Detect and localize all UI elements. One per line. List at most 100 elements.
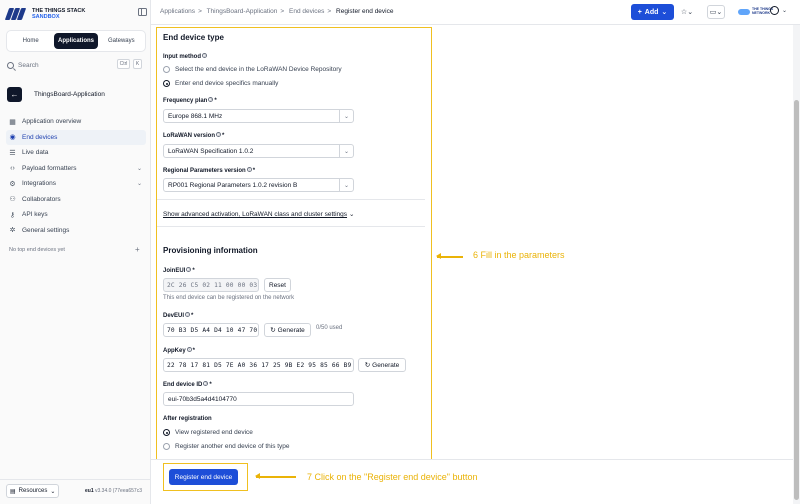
sidebar-search[interactable]: Search Ctrl K — [7, 59, 147, 72]
add-top-device-icon[interactable]: + — [135, 245, 140, 254]
tab-applications[interactable]: Applications — [54, 33, 98, 49]
search-placeholder: Search — [18, 62, 39, 69]
chevron-down-icon: ⌄ — [50, 488, 56, 495]
annotation-arrow — [255, 473, 296, 479]
advanced-settings-link[interactable]: Show advanced activation, LoRaWAN class … — [163, 210, 354, 218]
brand-logo[interactable]: THE THINGS STACK SANDBOX — [4, 6, 85, 22]
lorawan-version-label: LoRaWAN version? * — [163, 132, 225, 139]
help-icon: ? — [208, 97, 214, 102]
annotation-step7: 7 Click on the "Register end device" but… — [307, 472, 478, 482]
chevron-down-icon: ⌄ — [661, 9, 668, 16]
brand-line2: SANDBOX — [32, 14, 60, 20]
sidebar-item-api-keys[interactable]: ⚷ API keys — [6, 207, 146, 223]
radio-circle-selected[interactable] — [163, 80, 170, 87]
joineui-input[interactable]: 2C 26 C5 02 11 00 00 03 — [163, 278, 259, 292]
section-provisioning: Provisioning information — [163, 246, 258, 255]
radio-circle[interactable] — [163, 443, 170, 450]
radio-view-device[interactable]: View registered end device — [163, 429, 253, 436]
radio-register-another[interactable]: Register another end device of this type — [163, 443, 290, 450]
deveui-input[interactable]: 70 B3 D5 A4 D4 10 47 70 — [163, 323, 259, 337]
devices-icon: ◉ — [9, 134, 16, 142]
help-icon: ? — [186, 267, 192, 272]
add-button[interactable]: + Add ⌄ — [631, 4, 674, 20]
integrations-icon: ⚙ — [9, 180, 16, 188]
deveui-usage: 0/50 used — [316, 325, 343, 331]
help-icon: ? — [185, 312, 191, 317]
frequency-plan-select[interactable]: Europe 868.1 MHz ⌄ — [163, 109, 354, 123]
sidebar-item-collaborators[interactable]: ⚇ Collaborators — [6, 192, 146, 208]
radio-circle-selected[interactable] — [163, 429, 170, 436]
register-end-device-button[interactable]: Register end device — [169, 469, 238, 485]
deveui-label: DevEUI? * — [163, 312, 194, 319]
sidebar-item-end-devices[interactable]: ◉ End devices — [6, 129, 146, 145]
help-icon: ? — [216, 132, 222, 137]
device-id-label: End device ID? * — [163, 381, 212, 388]
chevron-down-icon: ⌄ — [136, 181, 142, 187]
back-arrow-icon[interactable]: ← — [7, 87, 22, 102]
sidebar-item-integrations[interactable]: ⚙ Integrations ⌄ — [6, 176, 146, 192]
annotation-step6: 6 Fill in the parameters — [473, 250, 565, 260]
joineui-hint: This end device can be registered on the… — [163, 295, 295, 301]
register-form: End device type Input method? Select the… — [157, 27, 430, 457]
appkey-input[interactable]: 22 78 17 81 D5 7E A0 36 17 25 9B E2 95 8… — [163, 358, 354, 372]
sidebar-item-application-overview[interactable]: ▦ Application overview — [6, 114, 146, 130]
notifications-icon[interactable]: ▭⌄ — [707, 5, 725, 19]
radio-circle[interactable] — [163, 66, 170, 73]
section-end-device-type: End device type — [163, 33, 224, 42]
sidebar: THE THINGS STACK SANDBOX Home Applicatio… — [0, 0, 151, 504]
breadcrumb: Applications > ThingsBoard-Application > E… — [160, 8, 394, 15]
sidebar-collapse-icon[interactable] — [138, 8, 147, 16]
avatar[interactable] — [770, 6, 779, 15]
sidebar-item-payload-formatters[interactable]: ‹› Payload formatters ⌄ — [6, 161, 146, 177]
radio-manual[interactable]: Enter end device specifics manually — [163, 80, 278, 87]
breadcrumb-current: Register end device — [336, 8, 394, 15]
joineui-label: JoinEUI? * — [163, 267, 195, 274]
chevron-down-icon: ⌄ — [349, 211, 355, 218]
divider — [157, 199, 425, 200]
resources-button[interactable]: ▤ Resources ⌄ — [6, 484, 59, 498]
reset-button[interactable]: Reset — [264, 278, 291, 292]
code-icon: ‹› — [10, 164, 15, 172]
chevron-down-icon: ⌄ — [136, 165, 142, 172]
generate-deveui-button[interactable]: ↻ Generate — [264, 323, 311, 337]
grid-icon: ▦ — [9, 118, 16, 126]
chevron-down-icon: ⌄ — [339, 145, 353, 157]
breadcrumb-app[interactable]: ThingsBoard-Application — [207, 8, 278, 15]
appkey-label: AppKey? * — [163, 347, 196, 354]
device-id-input[interactable]: eui-70b3d5a4d4104770 — [163, 392, 354, 406]
chevron-down-icon: ⌄ — [339, 110, 353, 122]
book-icon: ▤ — [10, 488, 16, 495]
scroll-thumb[interactable] — [794, 100, 799, 500]
main-scrollbar[interactable] — [793, 25, 800, 504]
top-devices-empty: No top end devices yet — [9, 247, 65, 253]
list-icon: ☰ — [9, 149, 16, 157]
help-icon: ? — [186, 347, 192, 352]
plus-icon: + — [637, 8, 642, 16]
frequency-plan-label: Frequency plan? * — [163, 97, 217, 104]
tab-gateways[interactable]: Gateways — [100, 33, 143, 49]
bookmark-star-icon[interactable]: ☆⌄ — [678, 5, 696, 19]
app-name: ThingsBoard-Application — [34, 91, 105, 98]
generate-appkey-button[interactable]: ↻ Generate — [358, 358, 406, 372]
radio-repository[interactable]: Select the end device in the LoRaWAN Dev… — [163, 66, 342, 73]
kbd-ctrl: Ctrl — [117, 59, 130, 69]
users-icon: ⚇ — [9, 196, 16, 204]
chevron-down-icon[interactable]: ⌄ — [782, 7, 787, 14]
breadcrumb-applications[interactable]: Applications — [160, 8, 195, 15]
search-icon — [7, 62, 14, 69]
help-icon: ? — [246, 167, 252, 172]
sidebar-footer: ▤ Resources ⌄ eu1 v3.34.0 (77eea657c3 — [0, 479, 151, 504]
help-icon: ? — [203, 381, 209, 386]
kbd-k: K — [133, 59, 142, 69]
key-icon: ⚷ — [9, 211, 16, 219]
cloud-icon — [738, 8, 750, 15]
top-header: Applications > ThingsBoard-Application > E… — [151, 0, 800, 25]
sidebar-item-live-data[interactable]: ☰ Live data — [6, 145, 146, 161]
sidebar-item-general-settings[interactable]: ✲ General settings — [6, 223, 146, 239]
footer-divider — [151, 459, 793, 460]
annotation-arrow — [436, 253, 463, 259]
regional-params-select[interactable]: RP001 Regional Parameters 1.0.2 revision… — [163, 178, 354, 192]
lorawan-version-select[interactable]: LoRaWAN Specification 1.0.2 ⌄ — [163, 144, 354, 158]
breadcrumb-end-devices[interactable]: End devices — [289, 8, 324, 15]
tab-home[interactable]: Home — [9, 33, 52, 49]
